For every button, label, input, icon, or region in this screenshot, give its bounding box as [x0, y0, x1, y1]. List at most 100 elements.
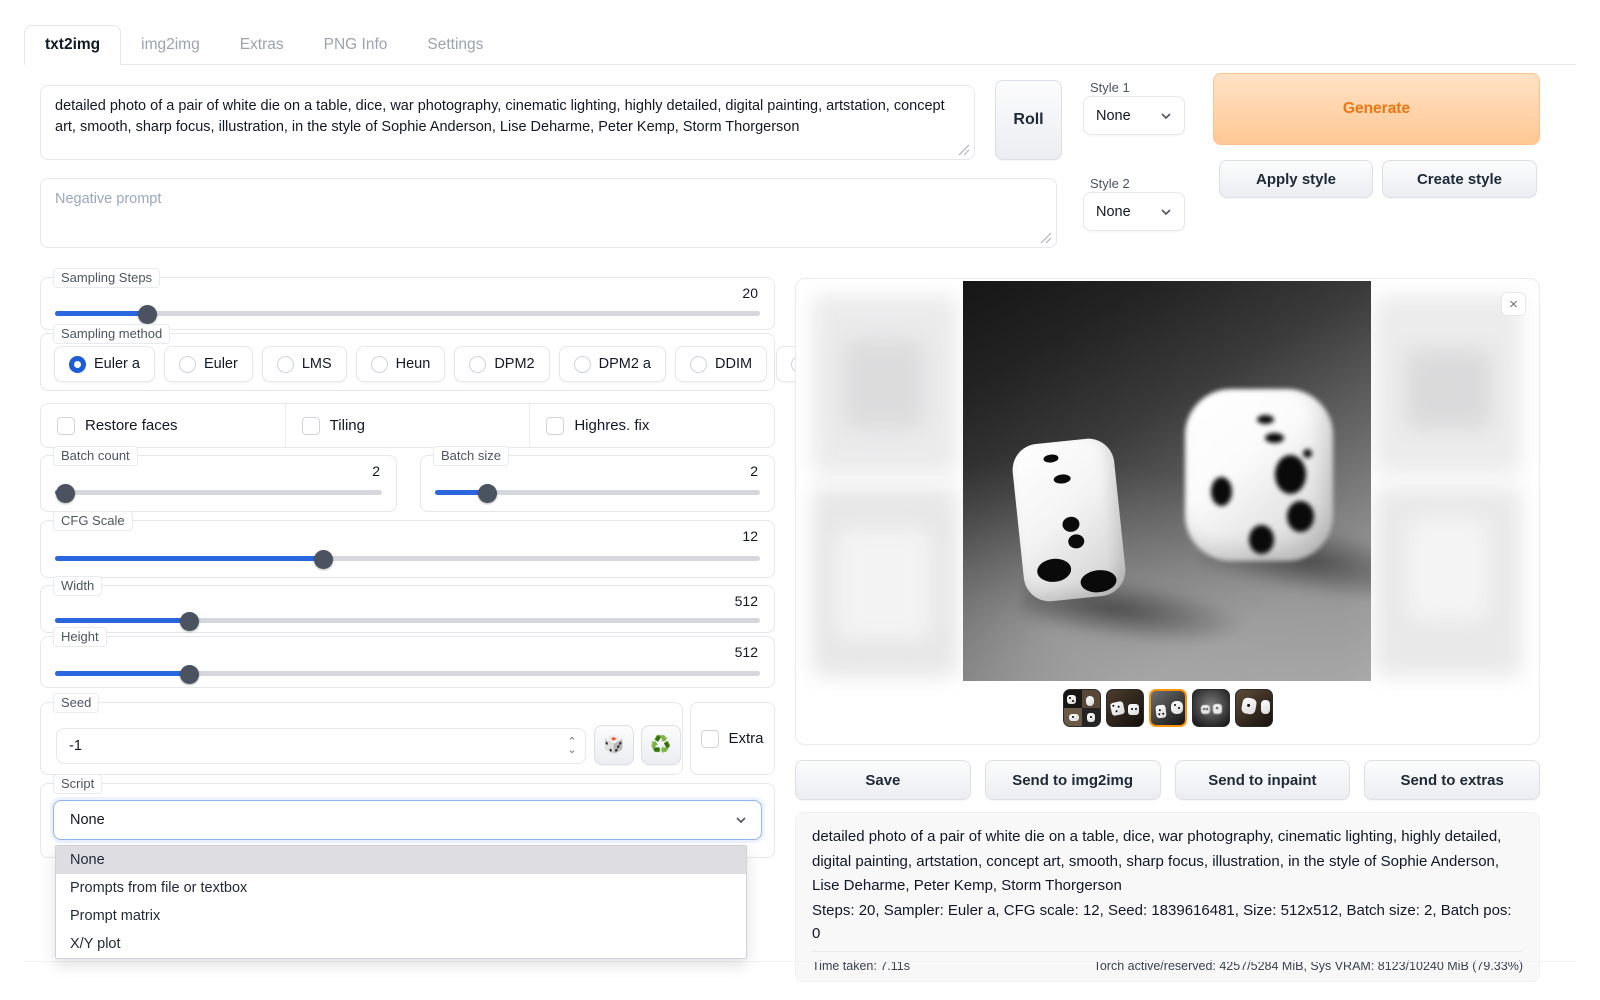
cfg-scale-label: CFG Scale: [53, 511, 133, 531]
script-option-none[interactable]: None: [56, 846, 746, 874]
gallery-thumbnail-4[interactable]: [1192, 689, 1230, 727]
generate-button[interactable]: Generate: [1213, 73, 1540, 145]
style2-select[interactable]: None: [1083, 192, 1185, 231]
style1-value: None: [1096, 108, 1131, 124]
save-button[interactable]: Save: [795, 760, 971, 800]
batch-size-slider[interactable]: [435, 490, 760, 495]
slider-handle[interactable]: [314, 550, 333, 569]
cfg-scale-slider[interactable]: [55, 556, 760, 561]
tab-txt2img[interactable]: txt2img: [24, 25, 121, 65]
close-icon: ×: [1509, 296, 1518, 313]
radio-icon: [277, 356, 294, 373]
roll-button[interactable]: Roll: [995, 80, 1062, 160]
tab-extras[interactable]: Extras: [220, 26, 304, 64]
script-dropdown: None Prompts from file or textbox Prompt…: [55, 845, 747, 959]
script-option-prompts-from-file[interactable]: Prompts from file or textbox: [56, 874, 746, 902]
apply-style-button[interactable]: Apply style: [1219, 160, 1373, 198]
script-option-xy-plot[interactable]: X/Y plot: [56, 930, 746, 958]
send-to-img2img-button[interactable]: Send to img2img: [985, 760, 1161, 800]
die-left: [1010, 436, 1128, 604]
tab-img2img[interactable]: img2img: [121, 26, 220, 64]
recycle-icon: ♻️: [650, 735, 671, 755]
script-value: None: [70, 812, 105, 828]
width-value: 512: [735, 593, 758, 609]
prompt-input[interactable]: detailed photo of a pair of white die on…: [40, 85, 975, 160]
batch-count-box: Batch count 2: [40, 455, 397, 512]
sampling-method-box: Sampling method Euler a Euler LMS Heun D…: [40, 333, 775, 391]
sampler-ddim[interactable]: DDIM: [675, 346, 767, 382]
width-slider[interactable]: [55, 618, 760, 623]
tab-png-info[interactable]: PNG Info: [304, 26, 408, 64]
resize-grip-icon[interactable]: [1040, 232, 1052, 244]
chevron-down-icon: [1160, 206, 1172, 218]
sampler-euler-a[interactable]: Euler a: [54, 346, 155, 382]
gallery-thumbnail-3-selected[interactable]: [1149, 689, 1187, 727]
cfg-scale-value: 12: [742, 528, 758, 544]
seed-input[interactable]: [56, 728, 586, 764]
batch-count-label: Batch count: [53, 446, 138, 466]
sampler-lms[interactable]: LMS: [262, 346, 347, 382]
send-to-extras-button[interactable]: Send to extras: [1364, 760, 1540, 800]
height-slider[interactable]: [55, 671, 760, 676]
sampler-dpm2[interactable]: DPM2: [454, 346, 549, 382]
tab-bar: txt2img img2img Extras PNG Info Settings: [24, 20, 1576, 65]
sampler-euler[interactable]: Euler: [164, 346, 253, 382]
checkbox-icon[interactable]: [701, 730, 719, 748]
slider-handle[interactable]: [478, 484, 497, 503]
radio-icon: [469, 356, 486, 373]
stepper-down-icon[interactable]: ⌄: [567, 746, 576, 754]
height-value: 512: [735, 644, 758, 660]
random-seed-button[interactable]: 🎲: [594, 725, 634, 765]
sampler-heun[interactable]: Heun: [356, 346, 446, 382]
slider-handle[interactable]: [138, 305, 157, 324]
tab-settings[interactable]: Settings: [407, 26, 503, 64]
seed-box: Seed ⌃ ⌄ 🎲 ♻️: [40, 702, 683, 775]
extra-label: Extra: [728, 730, 763, 747]
slider-handle[interactable]: [56, 484, 75, 503]
batch-count-slider[interactable]: [55, 490, 382, 495]
style1-label: Style 1: [1090, 80, 1130, 95]
highres-fix-toggle[interactable]: Highres. fix: [529, 404, 774, 447]
batch-size-box: Batch size 2: [420, 455, 775, 512]
chevron-down-icon: [1160, 110, 1172, 122]
result-gallery: ×: [795, 278, 1540, 745]
extra-seed-box: Extra: [690, 702, 775, 775]
resize-grip-icon[interactable]: [958, 144, 970, 156]
bottom-divider: [24, 961, 1576, 962]
checkbox-icon: [57, 417, 75, 435]
negative-prompt-input[interactable]: [40, 178, 1057, 248]
sampling-steps-label: Sampling Steps: [53, 268, 160, 288]
slider-handle[interactable]: [180, 612, 199, 631]
gallery-thumbnail-2[interactable]: [1106, 689, 1144, 727]
output-params-text: Steps: 20, Sampler: Euler a, CFG scale: …: [812, 899, 1523, 946]
script-option-prompt-matrix[interactable]: Prompt matrix: [56, 902, 746, 930]
script-select[interactable]: None: [53, 800, 762, 840]
close-gallery-button[interactable]: ×: [1501, 292, 1526, 316]
create-style-button[interactable]: Create style: [1382, 160, 1537, 198]
seed-label: Seed: [53, 693, 99, 713]
batch-size-value: 2: [750, 463, 758, 479]
output-prompt-text: detailed photo of a pair of white die on…: [812, 825, 1523, 899]
gallery-thumbnail-1[interactable]: [1063, 689, 1101, 727]
toggles-box: Restore faces Tiling Highres. fix: [40, 403, 775, 448]
seed-stepper[interactable]: ⌃ ⌄: [560, 731, 584, 761]
generated-image[interactable]: [963, 281, 1371, 681]
radio-icon: [179, 356, 196, 373]
gallery-thumbnails: [796, 689, 1539, 727]
generation-info-panel: detailed photo of a pair of white die on…: [795, 812, 1540, 982]
batch-count-value: 2: [372, 463, 380, 479]
sampler-dpm2-a[interactable]: DPM2 a: [559, 346, 666, 382]
tiling-toggle[interactable]: Tiling: [285, 404, 530, 447]
gallery-thumbnail-5[interactable]: [1235, 689, 1273, 727]
slider-handle[interactable]: [180, 665, 199, 684]
cfg-scale-box: CFG Scale 12: [40, 520, 775, 578]
sampling-steps-slider[interactable]: [55, 311, 760, 316]
script-label: Script: [53, 774, 102, 794]
restore-faces-toggle[interactable]: Restore faces: [41, 404, 285, 447]
style1-select[interactable]: None: [1083, 96, 1185, 135]
send-to-inpaint-button[interactable]: Send to inpaint: [1175, 760, 1351, 800]
die-right: [1185, 389, 1333, 561]
radio-selected-icon: [69, 356, 86, 373]
txt2img-app: txt2img img2img Extras PNG Info Settings…: [0, 0, 1600, 1000]
reuse-seed-button[interactable]: ♻️: [641, 725, 681, 765]
